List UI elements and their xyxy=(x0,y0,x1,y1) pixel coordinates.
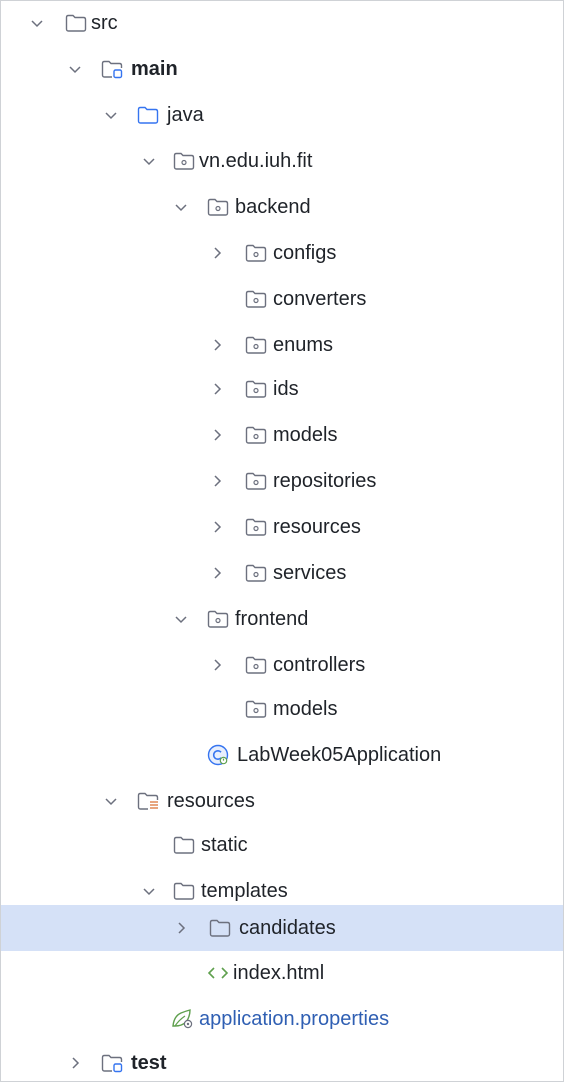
tree-item-frontend-models[interactable]: models xyxy=(1,687,563,731)
package-icon xyxy=(207,610,229,628)
tree-item-label: static xyxy=(201,834,248,856)
test-root-folder-icon xyxy=(101,1054,123,1073)
package-icon xyxy=(245,700,267,718)
tree-item-label: main xyxy=(131,58,178,80)
tree-item-label: templates xyxy=(201,880,288,902)
tree-item-configs[interactable]: configs xyxy=(1,231,563,275)
chevron-down-icon[interactable] xyxy=(141,883,157,899)
chevron-right-icon[interactable] xyxy=(209,337,225,353)
folder-icon xyxy=(173,836,195,854)
tree-item-application-class[interactable]: LabWeek05Application xyxy=(1,733,563,777)
tree-item-label: LabWeek05Application xyxy=(237,744,442,766)
spring-boot-application-icon xyxy=(207,744,229,766)
tree-item-label: enums xyxy=(273,334,334,356)
tree-item-label: repositories xyxy=(273,470,377,492)
tree-item-label: src xyxy=(91,12,118,34)
tree-item-models[interactable]: models xyxy=(1,413,563,457)
tree-item-label: frontend xyxy=(235,608,309,630)
tree-item-resources-package[interactable]: resources xyxy=(1,505,563,549)
tree-item-label: controllers xyxy=(273,654,366,676)
tree-item-index-html[interactable]: index.html xyxy=(1,951,563,995)
package-icon xyxy=(245,472,267,490)
tree-item-label: configs xyxy=(273,242,337,264)
chevron-right-icon[interactable] xyxy=(209,519,225,535)
chevron-down-icon[interactable] xyxy=(103,793,119,809)
package-icon xyxy=(245,426,267,444)
chevron-down-icon[interactable] xyxy=(141,153,157,169)
package-icon xyxy=(245,336,267,354)
tree-item-label: backend xyxy=(235,196,311,218)
tree-item-repositories[interactable]: repositories xyxy=(1,459,563,503)
tree-item-enums[interactable]: enums xyxy=(1,323,563,367)
chevron-right-icon[interactable] xyxy=(67,1055,83,1071)
sources-folder-icon xyxy=(137,106,159,124)
package-icon xyxy=(245,380,267,398)
package-icon xyxy=(207,198,229,216)
tree-item-java[interactable]: java xyxy=(1,93,563,137)
chevron-down-icon[interactable] xyxy=(103,107,119,123)
tree-item-label: models xyxy=(273,698,338,720)
chevron-right-icon[interactable] xyxy=(209,381,225,397)
chevron-down-icon[interactable] xyxy=(173,611,189,627)
package-icon xyxy=(245,564,267,582)
source-root-folder-icon xyxy=(101,60,123,79)
tree-item-label: index.html xyxy=(233,962,325,984)
chevron-right-icon[interactable] xyxy=(209,473,225,489)
chevron-down-icon[interactable] xyxy=(29,15,45,31)
spring-properties-file-icon xyxy=(172,1009,193,1029)
tree-item-label: candidates xyxy=(239,917,336,939)
tree-item-label: converters xyxy=(273,288,367,310)
package-icon xyxy=(245,518,267,536)
package-icon xyxy=(173,152,195,170)
package-icon xyxy=(245,656,267,674)
tree-item-label: java xyxy=(167,104,204,126)
tree-item-backend[interactable]: backend xyxy=(1,185,563,229)
tree-item-controllers[interactable]: controllers xyxy=(1,643,563,687)
package-icon xyxy=(245,244,267,262)
tree-item-frontend[interactable]: frontend xyxy=(1,597,563,641)
tree-item-services[interactable]: services xyxy=(1,551,563,595)
tree-item-candidates[interactable]: candidates xyxy=(1,905,563,951)
tree-item-label: resources xyxy=(273,516,361,538)
project-tree-panel: src main java vn.edu.iuh.fit backend con… xyxy=(0,0,564,1082)
chevron-down-icon[interactable] xyxy=(173,199,189,215)
tree-item-label: test xyxy=(131,1052,167,1074)
chevron-right-icon[interactable] xyxy=(209,565,225,581)
tree-item-label: ids xyxy=(273,378,299,400)
tree-item-static[interactable]: static xyxy=(1,823,563,867)
folder-icon xyxy=(65,14,87,32)
tree-item-label: resources xyxy=(167,790,255,812)
folder-icon xyxy=(173,882,195,900)
chevron-right-icon[interactable] xyxy=(209,657,225,673)
resources-root-folder-icon xyxy=(137,792,159,810)
html-file-icon xyxy=(207,967,229,979)
package-icon xyxy=(245,290,267,308)
tree-item-resources-root[interactable]: resources xyxy=(1,779,563,823)
tree-item-label: services xyxy=(273,562,347,584)
tree-item-label: models xyxy=(273,424,338,446)
tree-item-label: vn.edu.iuh.fit xyxy=(199,150,313,172)
chevron-down-icon[interactable] xyxy=(67,61,83,77)
tree-item-converters[interactable]: converters xyxy=(1,277,563,321)
chevron-right-icon[interactable] xyxy=(209,245,225,261)
folder-icon xyxy=(209,919,231,937)
tree-item-src[interactable]: src xyxy=(1,1,563,45)
tree-item-application-properties[interactable]: application.properties xyxy=(1,997,563,1041)
chevron-right-icon[interactable] xyxy=(209,427,225,443)
tree-item-label: application.properties xyxy=(199,1008,390,1030)
tree-item-ids[interactable]: ids xyxy=(1,367,563,411)
chevron-right-icon[interactable] xyxy=(173,920,189,936)
tree-item-test[interactable]: test xyxy=(1,1041,563,1085)
tree-item-main[interactable]: main xyxy=(1,47,563,91)
tree-item-package-root[interactable]: vn.edu.iuh.fit xyxy=(1,139,563,183)
